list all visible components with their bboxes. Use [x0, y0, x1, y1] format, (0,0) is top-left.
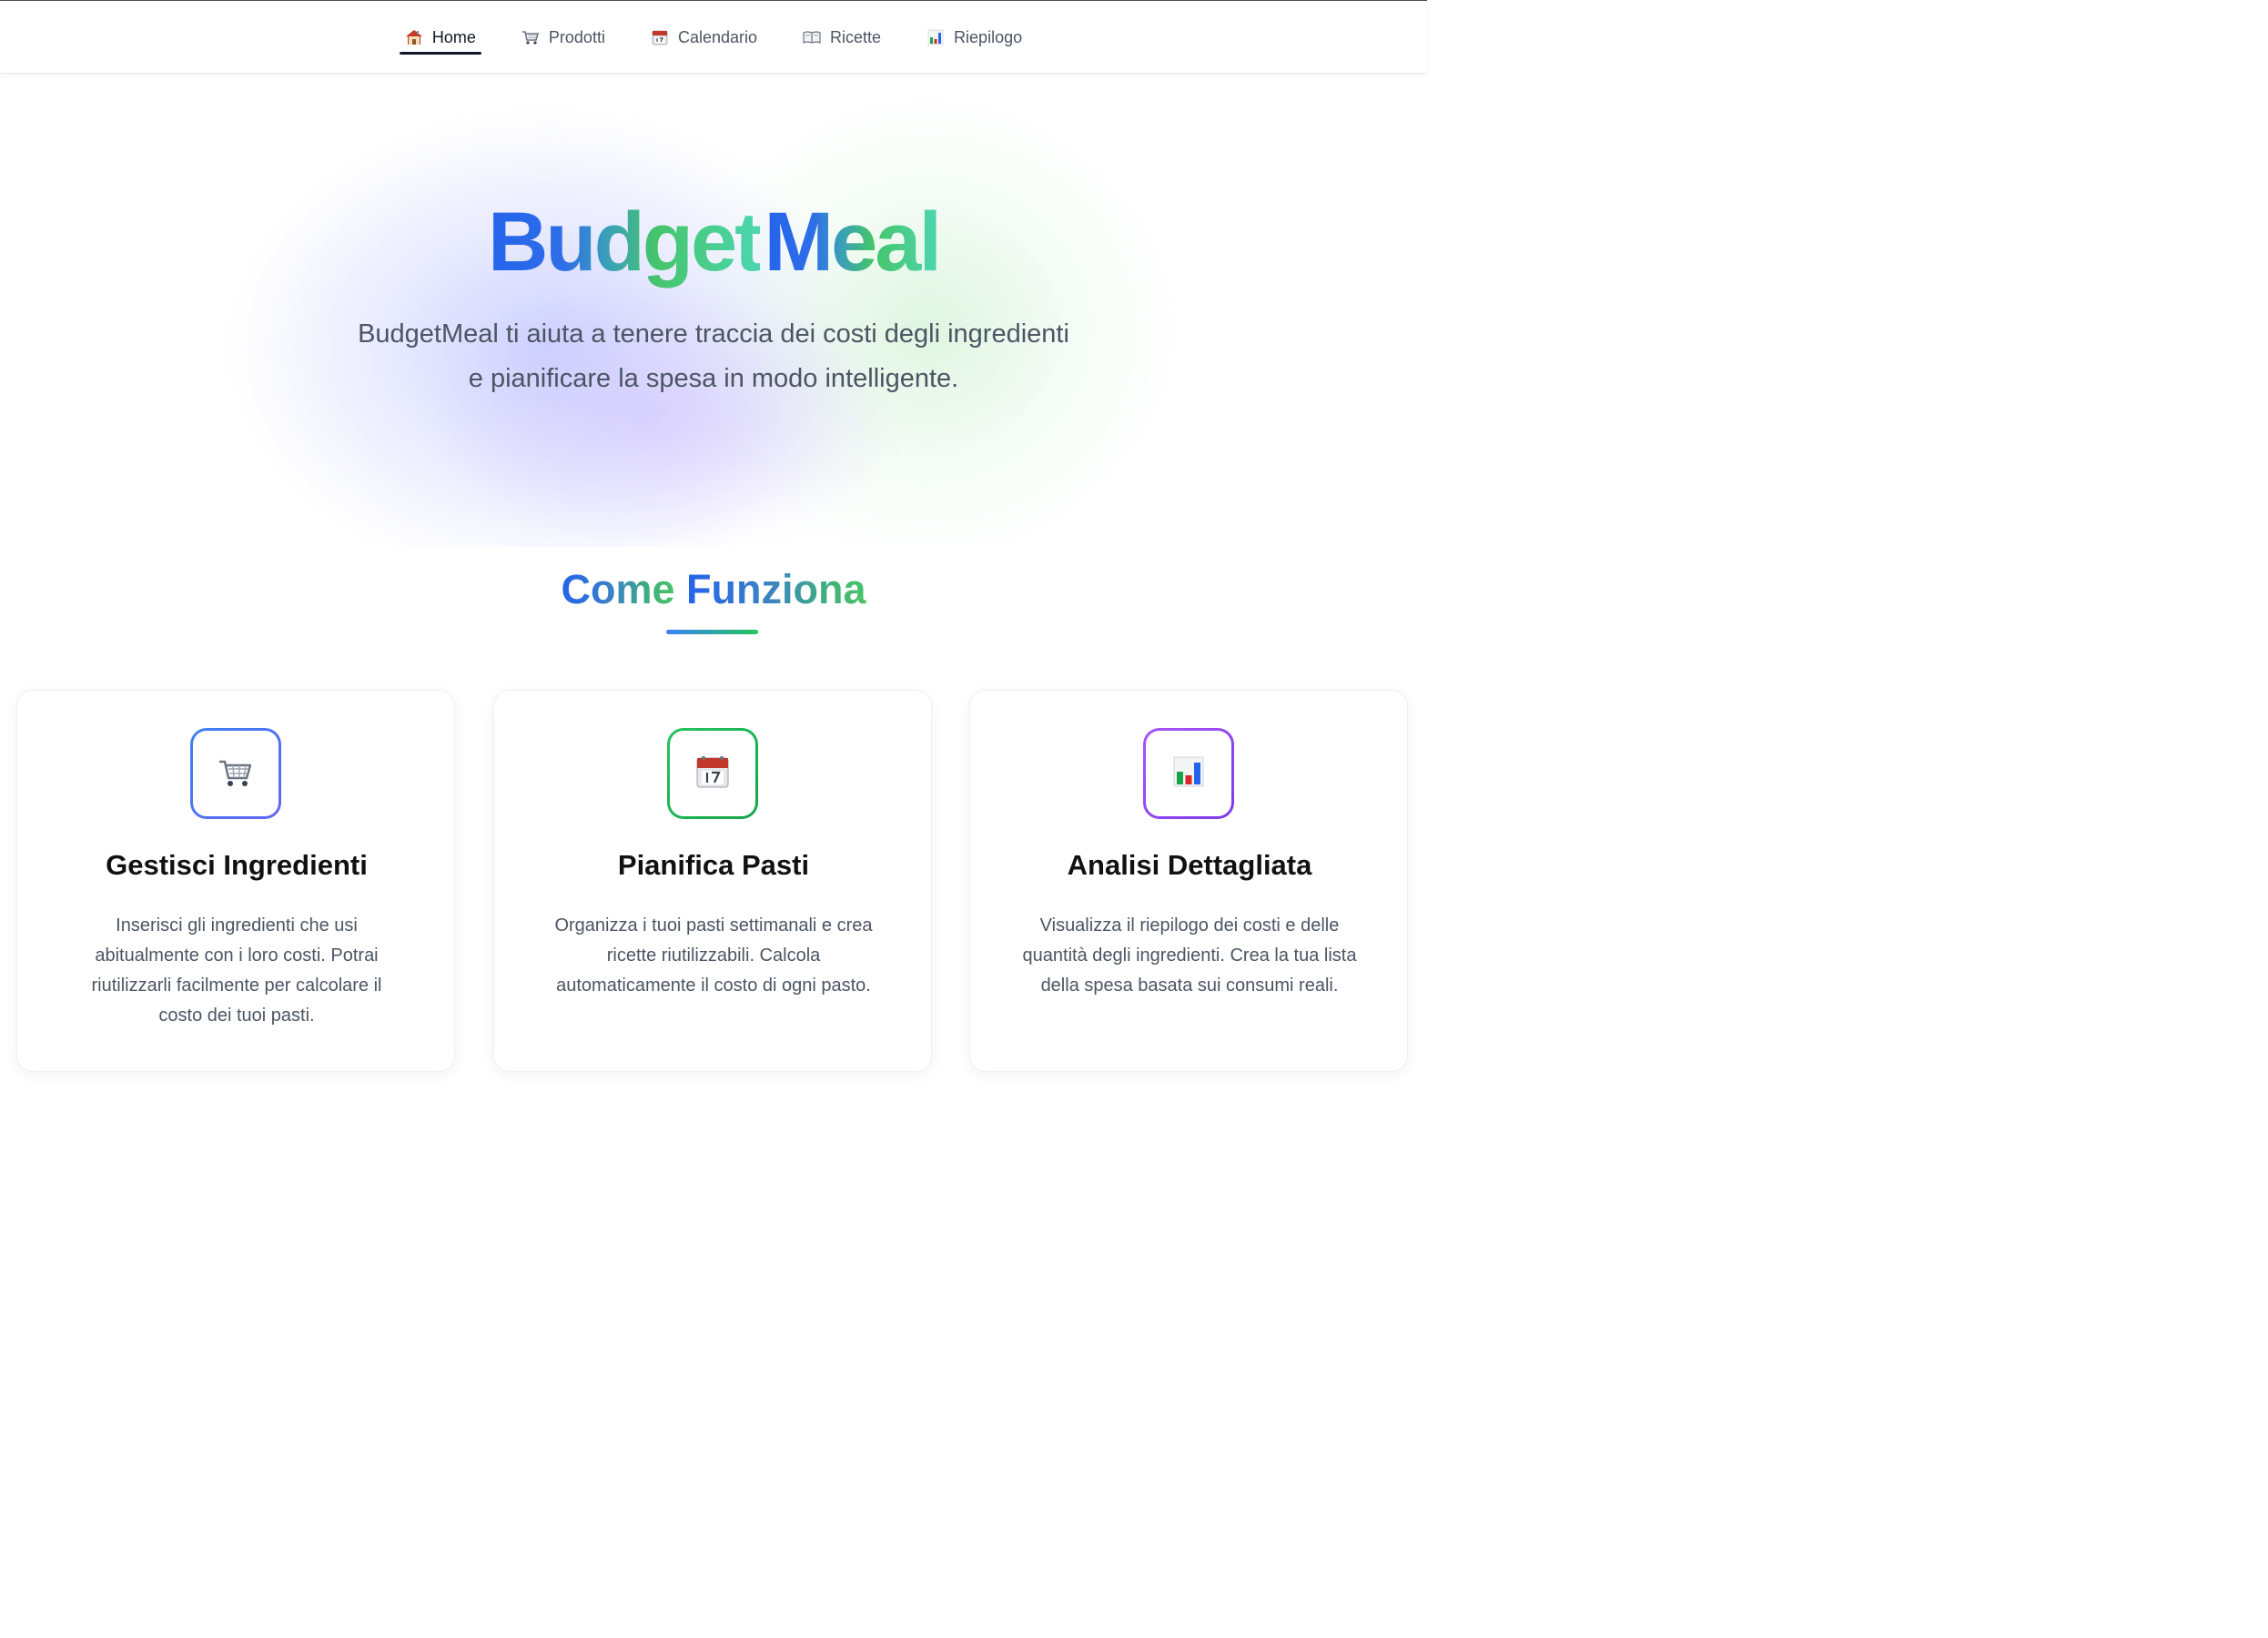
brand-title: Budget Meal: [0, 192, 1427, 292]
brand-title-part1: Budget: [487, 196, 763, 288]
card-description: Inserisci gli ingredienti che usi abitua…: [91, 915, 382, 1026]
house-icon: [405, 28, 423, 46]
nav-item-label: Home: [431, 27, 476, 46]
nav-item-label: Calendario: [677, 27, 758, 46]
nav-item-label: Ricette: [830, 27, 882, 46]
card-icon-frame: [1143, 728, 1234, 819]
section-title-part2: Funziona: [686, 566, 866, 612]
calendar-icon: [694, 753, 731, 794]
card-title: Pianifica Pasti: [617, 849, 810, 881]
nav-item-home[interactable]: Home: [399, 20, 481, 55]
card-description: Visualizza il riepilogo dei costi e dell…: [1022, 915, 1357, 996]
section-title-underline: [666, 630, 758, 634]
nav-items: Home Prodotti Calendario Ricette Riepilo…: [0, 1, 1427, 74]
section-title: Come Funziona: [0, 562, 1427, 617]
feature-card-meals: Pianifica Pasti Organizza i tuoi pasti s…: [493, 690, 932, 1072]
nav-item-ricette[interactable]: Ricette: [797, 20, 886, 55]
feature-card-ingredients: Gestisci Ingredienti Inserisci gli ingre…: [16, 690, 455, 1072]
nav-item-calendario[interactable]: Calendario: [645, 20, 763, 55]
card-icon-frame: [667, 728, 758, 819]
cart-icon: [218, 753, 254, 794]
card-title: Analisi Dettagliata: [1067, 849, 1312, 881]
card-description: Organizza i tuoi pasti settimanali e cre…: [554, 915, 873, 996]
bar-chart-icon: [926, 28, 945, 46]
brand-title-part2: Meal: [764, 196, 943, 288]
feature-card-analysis: Analisi Dettagliata Visualizza il riepil…: [969, 690, 1408, 1072]
hero-section: Budget Meal BudgetMeal ti aiuta a tenere…: [0, 74, 1427, 547]
calendar-icon: [651, 28, 669, 46]
nav-item-prodotti[interactable]: Prodotti: [516, 20, 611, 55]
section-title-part1: Come: [561, 566, 675, 612]
top-navigation: Home Prodotti Calendario Ricette Riepilo…: [0, 0, 1427, 74]
nav-item-label: Prodotti: [548, 27, 605, 46]
book-icon: [803, 28, 821, 46]
nav-item-riepilogo[interactable]: Riepilogo: [921, 20, 1028, 55]
card-title: Gestisci Ingredienti: [106, 849, 368, 881]
card-icon-frame: [190, 728, 281, 819]
nav-item-label: Riepilogo: [954, 27, 1023, 46]
bar-chart-icon: [1170, 753, 1207, 794]
hero-tagline: BudgetMeal ti aiuta a tenere traccia dei…: [358, 319, 1069, 393]
cart-icon: [521, 28, 540, 46]
